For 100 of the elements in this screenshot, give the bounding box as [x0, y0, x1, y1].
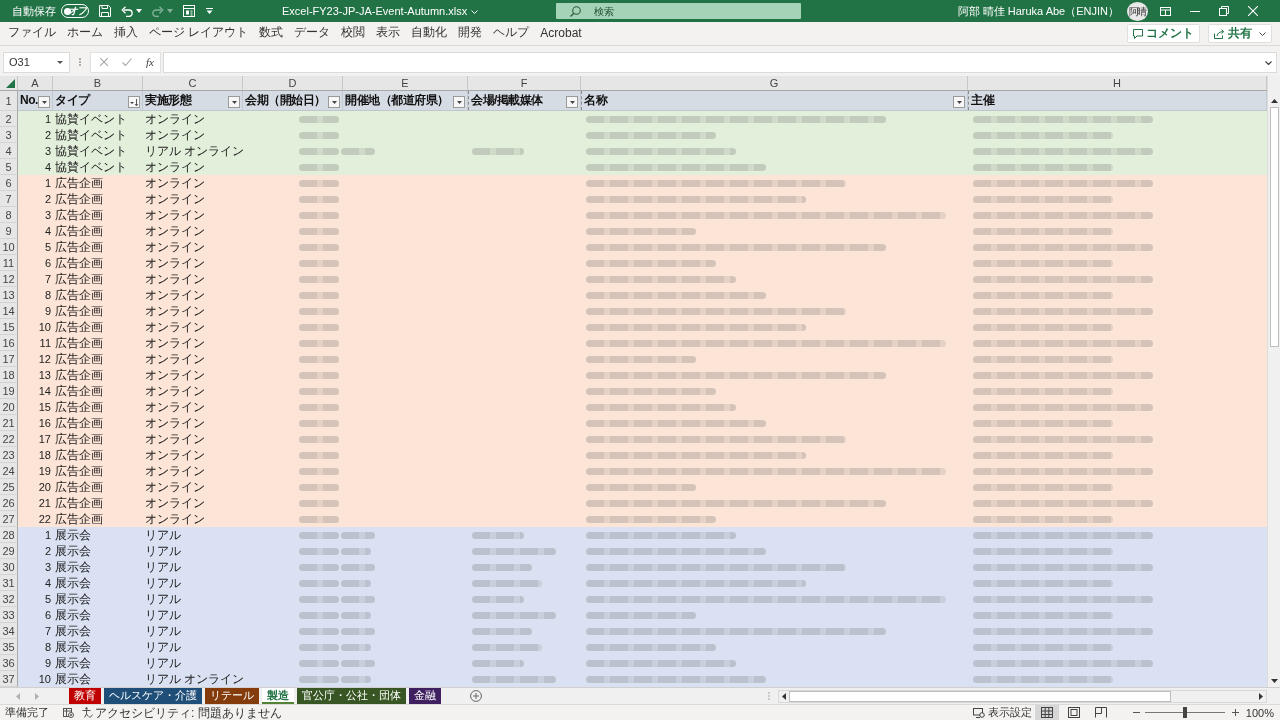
column-header[interactable]: A	[18, 76, 53, 90]
ribbon-tab[interactable]: 校閲	[341, 24, 366, 43]
row-header[interactable]: 12	[0, 271, 18, 287]
scroll-left-icon[interactable]	[782, 692, 786, 700]
row-header[interactable]: 3	[0, 127, 18, 143]
scroll-down-icon[interactable]	[1270, 679, 1278, 683]
row-header[interactable]: 35	[0, 639, 18, 655]
zoom-level[interactable]: 100%	[1245, 706, 1274, 719]
row-header[interactable]: 31	[0, 575, 18, 591]
display-settings-button[interactable]: 表示設定	[972, 705, 1032, 720]
vertical-scrollbar[interactable]	[1267, 76, 1280, 687]
insert-function-button[interactable]: fx	[146, 56, 154, 68]
row-header[interactable]: 6	[0, 175, 18, 191]
sheet-tab[interactable]: 金融	[409, 688, 441, 704]
customize-menu-icon[interactable]	[206, 8, 213, 14]
minimize-icon[interactable]	[1190, 10, 1200, 12]
record-macro-icon[interactable]	[63, 707, 74, 718]
row-header[interactable]: 28	[0, 527, 18, 543]
formula-input[interactable]	[162, 51, 1277, 73]
search-field[interactable]: 検索	[556, 3, 802, 19]
row-header[interactable]: 18	[0, 367, 18, 383]
row-header[interactable]: 20	[0, 399, 18, 415]
row-header[interactable]: 33	[0, 607, 18, 623]
filter-button[interactable]	[228, 96, 240, 108]
form-icon[interactable]	[183, 5, 195, 17]
column-header[interactable]: C	[143, 76, 243, 90]
row-header[interactable]: 10	[0, 239, 18, 255]
column-header[interactable]: B	[53, 76, 143, 90]
ribbon-tab[interactable]: Acrobat	[540, 24, 582, 43]
row-header[interactable]: 29	[0, 543, 18, 559]
check-icon[interactable]	[122, 58, 132, 66]
select-all-icon[interactable]	[6, 79, 15, 88]
row-header[interactable]: 27	[0, 511, 18, 527]
restore-icon[interactable]	[1219, 6, 1229, 16]
row-header[interactable]: 30	[0, 559, 18, 575]
accessibility-button[interactable]: アクセシビリティ: 問題ありません	[82, 705, 282, 720]
row-header[interactable]: 21	[0, 415, 18, 431]
close-icon[interactable]	[1248, 6, 1258, 16]
column-header[interactable]: E	[343, 76, 468, 90]
scrollbar-thumb[interactable]	[1269, 107, 1279, 347]
row-header[interactable]: 5	[0, 159, 18, 175]
ribbon-tab[interactable]: データ	[294, 24, 331, 43]
file-name-button[interactable]: Excel-FY23-JP-JA-Event-Autumn.xlsx	[282, 5, 479, 17]
ribbon-tab[interactable]: 数式	[259, 24, 284, 43]
row-header[interactable]: 36	[0, 655, 18, 671]
ribbon-tab[interactable]: ヘルプ	[493, 24, 530, 43]
filter-button[interactable]	[38, 96, 50, 108]
zoom-in-icon[interactable]	[1231, 709, 1239, 716]
row-header[interactable]: 16	[0, 335, 18, 351]
undo-icon[interactable]	[121, 5, 133, 17]
row-header[interactable]: 34	[0, 623, 18, 639]
row-header[interactable]: 14	[0, 303, 18, 319]
sheet-tab[interactable]: リテール	[205, 688, 259, 704]
ribbon-tab[interactable]: ページ レイアウト	[149, 24, 249, 43]
ribbon-tab[interactable]: ファイル	[8, 24, 56, 43]
row-header[interactable]: 24	[0, 463, 18, 479]
row-header[interactable]: 8	[0, 207, 18, 223]
scrollbar-thumb[interactable]	[789, 690, 1171, 702]
row-header[interactable]: 17	[0, 351, 18, 367]
horizontal-scrollbar[interactable]	[778, 689, 1267, 703]
user-avatar[interactable]: 阿晴	[1127, 1, 1148, 21]
filter-button[interactable]	[566, 96, 578, 108]
ribbon-tab[interactable]: ホーム	[67, 24, 103, 43]
share-button[interactable]: 共有	[1208, 24, 1272, 43]
row-header[interactable]: 23	[0, 447, 18, 463]
row-header[interactable]: 19	[0, 383, 18, 399]
row-header[interactable]: 9	[0, 223, 18, 239]
sheet-tab[interactable]: 教育	[69, 688, 101, 704]
scroll-up-icon[interactable]	[1270, 99, 1278, 103]
row-header[interactable]: 7	[0, 191, 18, 207]
row-header[interactable]: 37	[0, 671, 18, 687]
caret-down-icon[interactable]	[136, 9, 142, 13]
column-header[interactable]: G	[581, 76, 968, 90]
ribbon-display-icon[interactable]	[1160, 6, 1171, 16]
row-header[interactable]: 4	[0, 143, 18, 159]
ribbon-tab[interactable]: 挿入	[114, 24, 138, 43]
filter-button[interactable]	[453, 96, 465, 108]
row-header[interactable]: 13	[0, 287, 18, 303]
normal-view-button[interactable]	[1034, 705, 1059, 720]
row-header[interactable]: 15	[0, 319, 18, 335]
column-header[interactable]: F	[468, 76, 581, 90]
comment-button[interactable]: コメント	[1127, 24, 1200, 43]
filter-button[interactable]	[953, 96, 965, 108]
sheet-tab[interactable]: 官公庁・公社・団体	[297, 688, 406, 704]
row-header[interactable]: 32	[0, 591, 18, 607]
filter-button[interactable]	[328, 96, 340, 108]
caret-down-icon[interactable]	[57, 60, 63, 64]
ribbon-tab[interactable]: 自動化	[411, 24, 448, 43]
column-header[interactable]: D	[243, 76, 343, 90]
save-icon[interactable]	[99, 5, 111, 17]
row-header[interactable]: 1	[0, 91, 18, 111]
ribbon-tab[interactable]: 開発	[458, 24, 483, 43]
row-header[interactable]: 11	[0, 255, 18, 271]
scroll-right-icon[interactable]	[1259, 692, 1263, 700]
row-header[interactable]: 2	[0, 111, 18, 127]
name-box[interactable]: O31	[3, 51, 70, 73]
sort-filter-button[interactable]	[128, 96, 140, 108]
sheet-tab[interactable]: 製造	[262, 688, 294, 704]
sheet-tab[interactable]: ヘルスケア・介護	[104, 688, 202, 704]
ribbon-tab[interactable]: 表示	[376, 24, 401, 43]
